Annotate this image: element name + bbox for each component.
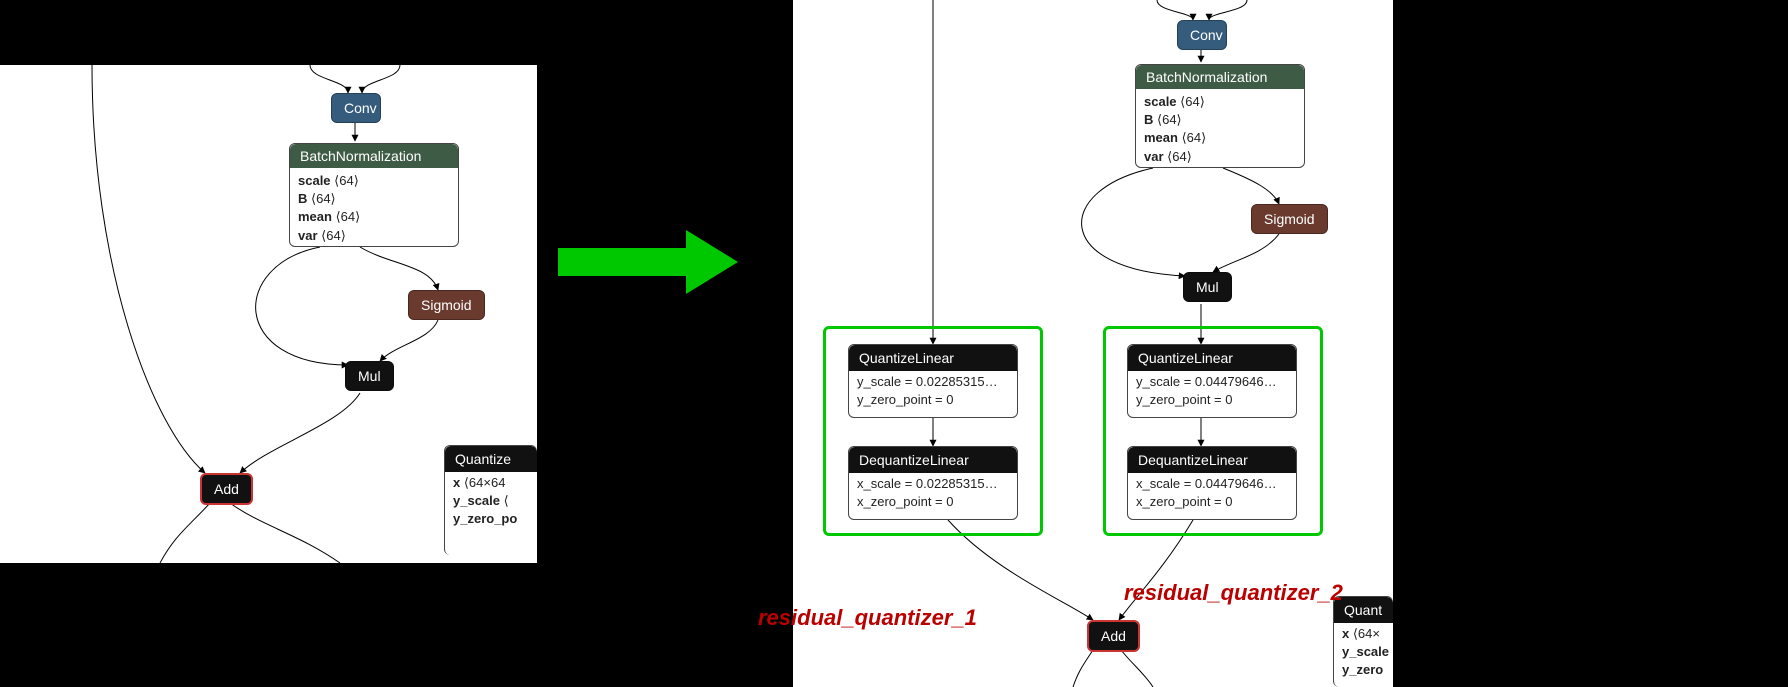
residual-quantizer-2-label: residual_quantizer_2: [1124, 580, 1434, 606]
quantize-linear-1[interactable]: QuantizeLinear y_scale = 0.02285315… y_z…: [848, 344, 1018, 418]
quantize-clipped-node[interactable]: Quantize x ⟨64×64 y_scale ⟨ y_zero_po: [444, 445, 537, 555]
quantize-clipped-header: Quantize: [445, 446, 537, 472]
conv-node[interactable]: Conv: [331, 93, 381, 123]
transform-arrow: [558, 230, 738, 290]
batchnorm-header: BatchNormalization: [290, 144, 458, 168]
batchnorm-header-r: BatchNormalization: [1136, 65, 1304, 89]
quantize-linear-2[interactable]: QuantizeLinear y_scale = 0.04479646… y_z…: [1127, 344, 1297, 418]
graph-before: Conv BatchNormalization scale ⟨64⟩ B ⟨64…: [0, 65, 537, 563]
mul-node-r[interactable]: Mul: [1183, 272, 1232, 302]
ql2-header: QuantizeLinear: [1128, 345, 1296, 371]
conv-node-r[interactable]: Conv: [1177, 20, 1227, 50]
mul-node[interactable]: Mul: [345, 361, 394, 391]
add-node-r[interactable]: Add: [1087, 620, 1140, 652]
dequantize-linear-2[interactable]: DequantizeLinear x_scale = 0.04479646… x…: [1127, 446, 1297, 520]
sigmoid-node[interactable]: Sigmoid: [408, 290, 485, 320]
add-node[interactable]: Add: [200, 473, 253, 505]
residual-quantizer-1-label: residual_quantizer_1: [758, 605, 1068, 631]
dequantize-linear-1[interactable]: DequantizeLinear x_scale = 0.02285315… x…: [848, 446, 1018, 520]
dql1-header: DequantizeLinear: [849, 447, 1017, 473]
dql2-header: DequantizeLinear: [1128, 447, 1296, 473]
quant-clipped-r[interactable]: Quant x ⟨64× y_scale y_zero: [1333, 596, 1393, 687]
ql1-header: QuantizeLinear: [849, 345, 1017, 371]
batchnorm-node-r[interactable]: BatchNormalization scale ⟨64⟩ B ⟨64⟩ mea…: [1135, 64, 1305, 168]
sigmoid-node-r[interactable]: Sigmoid: [1251, 204, 1328, 234]
batchnorm-node[interactable]: BatchNormalization scale ⟨64⟩ B ⟨64⟩ mea…: [289, 143, 459, 247]
